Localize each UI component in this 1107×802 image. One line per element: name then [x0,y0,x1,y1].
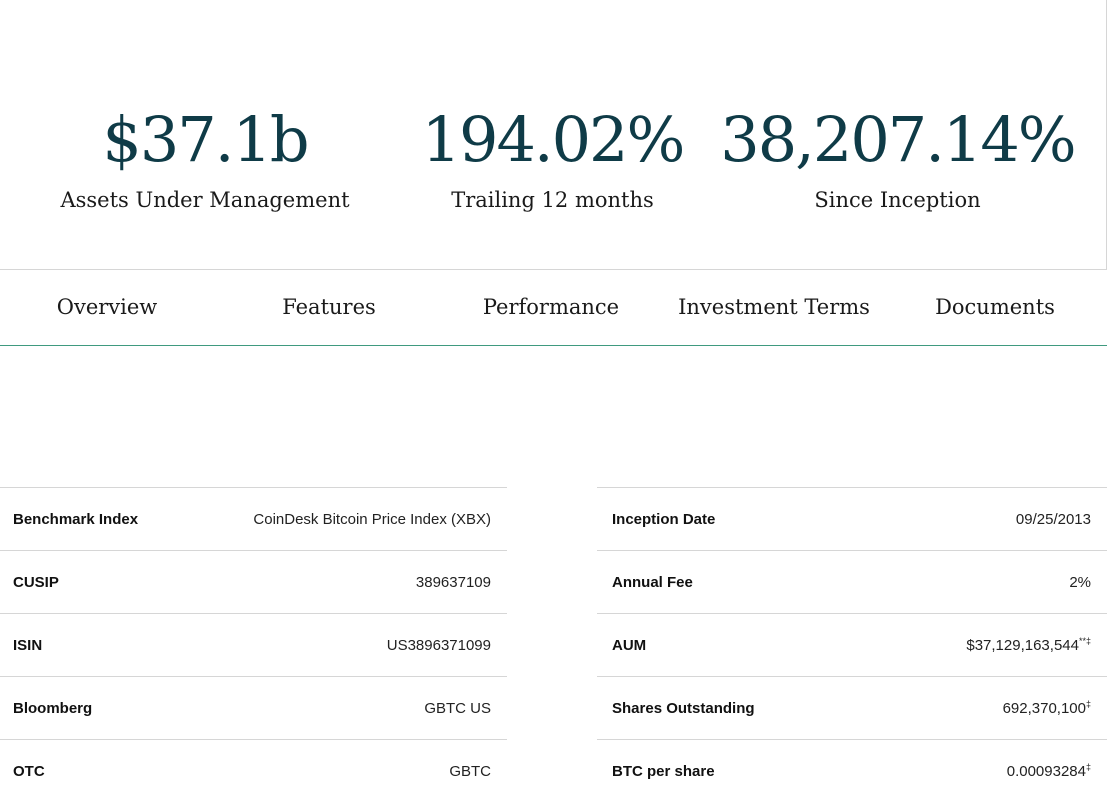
tab-documents[interactable]: Documents [888,270,1102,345]
stats-banner: $37.1b Assets Under Management 194.02% T… [0,0,1107,269]
terms-table-right: Inception Date 09/25/2013 Annual Fee 2% … [597,487,1107,802]
row-key: OTC [13,762,45,780]
table-row: Bloomberg GBTC US [0,676,507,739]
table-row: OTC GBTC [0,739,507,802]
row-key: Benchmark Index [13,510,139,528]
row-key: Annual Fee [612,573,693,591]
row-value: 2% [1069,574,1091,591]
row-value: 0.00093284‡ [1006,762,1091,780]
stat-value: 38,207.14% [720,103,1076,176]
table-row: Benchmark Index CoinDesk Bitcoin Price I… [0,487,507,550]
row-value: $37,129,163,544**‡ [966,636,1091,654]
row-key: Inception Date [612,510,716,528]
tab-overview[interactable]: Overview [0,270,214,345]
tab-investment-terms[interactable]: Investment Terms [665,270,883,345]
row-value: 389637109 [415,574,491,591]
table-row: BTC per share 0.00093284‡ [597,739,1107,802]
row-value: GBTC [449,763,491,780]
stat-label: Assets Under Management [60,188,350,212]
row-key: CUSIP [13,573,59,591]
row-key: ISIN [13,636,43,654]
table-row: Inception Date 09/25/2013 [597,487,1107,550]
tab-performance[interactable]: Performance [444,270,658,345]
row-value: US3896371099 [386,637,491,654]
table-row: Shares Outstanding 692,370,100‡ [597,676,1107,739]
row-key: Bloomberg [13,699,93,717]
stat-assets-under-management: $37.1b Assets Under Management [30,100,380,212]
section-tabs: Overview Features Performance Investment… [0,269,1107,346]
terms-table-left: Benchmark Index CoinDesk Bitcoin Price I… [0,487,507,802]
row-key: BTC per share [612,762,715,780]
row-value: CoinDesk Bitcoin Price Index (XBX) [253,511,491,528]
table-row: ISIN US3896371099 [0,613,507,676]
stat-trailing-12-months: 194.02% Trailing 12 months [400,100,705,212]
stat-value: $37.1b [102,103,309,176]
row-key: AUM [612,636,647,654]
tab-features[interactable]: Features [222,270,436,345]
stat-label: Since Inception [814,188,981,212]
row-value: 09/25/2013 [1015,511,1091,528]
stat-value: 194.02% [421,103,686,176]
stat-label: Trailing 12 months [451,188,654,212]
table-row: CUSIP 389637109 [0,550,507,613]
row-value: GBTC US [424,700,491,717]
stat-since-inception: 38,207.14% Since Inception [720,100,1076,212]
table-row: AUM $37,129,163,544**‡ [597,613,1107,676]
row-key: Shares Outstanding [612,699,755,717]
row-value: 692,370,100‡ [1002,699,1091,717]
table-row: Annual Fee 2% [597,550,1107,613]
